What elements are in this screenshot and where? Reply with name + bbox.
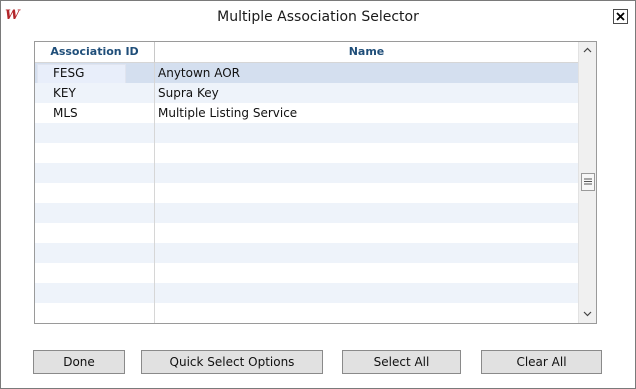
done-button[interactable]: Done xyxy=(33,350,125,374)
empty-table-row[interactable] xyxy=(35,243,578,263)
table-row[interactable]: KEY Supra Key xyxy=(35,83,578,103)
association-name-cell[interactable]: Multiple Listing Service xyxy=(158,103,297,123)
vertical-scrollbar[interactable] xyxy=(578,42,596,323)
grid-rows: FESG Anytown AOR KEY Supra Key MLS Multiple L… xyxy=(35,63,578,323)
empty-table-row[interactable] xyxy=(35,263,578,283)
select-all-button[interactable]: Select All xyxy=(342,350,461,374)
association-name-cell[interactable]: Supra Key xyxy=(158,83,219,103)
quick-select-options-button[interactable]: Quick Select Options xyxy=(141,350,323,374)
multiple-association-selector-dialog: W Multiple Association Selector Associat… xyxy=(0,0,636,389)
empty-table-row[interactable] xyxy=(35,303,578,323)
window-title: Multiple Association Selector xyxy=(217,9,419,25)
empty-table-row[interactable] xyxy=(35,283,578,303)
grip-icon xyxy=(584,178,592,185)
table-row[interactable]: FESG Anytown AOR xyxy=(35,63,578,84)
scroll-down-button[interactable] xyxy=(579,306,596,323)
column-header-name[interactable]: Name xyxy=(155,42,578,63)
chevron-up-icon xyxy=(583,47,592,53)
empty-table-row[interactable] xyxy=(35,143,578,163)
scroll-thumb[interactable] xyxy=(581,173,595,191)
close-icon xyxy=(616,12,625,21)
empty-table-row[interactable] xyxy=(35,203,578,223)
empty-table-row[interactable] xyxy=(35,223,578,243)
empty-table-row[interactable] xyxy=(35,183,578,203)
association-name-cell[interactable]: Anytown AOR xyxy=(158,63,240,83)
column-header-association-id[interactable]: Association ID xyxy=(35,42,155,63)
column-divider xyxy=(154,63,155,323)
scroll-up-button[interactable] xyxy=(579,42,596,59)
association-id-cell[interactable]: FESG xyxy=(53,63,84,83)
association-id-cell[interactable]: MLS xyxy=(53,103,78,123)
table-row[interactable]: MLS Multiple Listing Service xyxy=(35,103,578,123)
close-button[interactable] xyxy=(613,9,628,24)
empty-table-row[interactable] xyxy=(35,123,578,143)
chevron-down-icon xyxy=(583,311,592,317)
association-grid[interactable]: Association ID Name FESG Anytown AOR KEY Su… xyxy=(34,41,597,324)
association-id-cell[interactable]: KEY xyxy=(53,83,76,103)
title-bar: W Multiple Association Selector xyxy=(1,1,635,31)
clear-all-button[interactable]: Clear All xyxy=(481,350,602,374)
empty-table-row[interactable] xyxy=(35,163,578,183)
